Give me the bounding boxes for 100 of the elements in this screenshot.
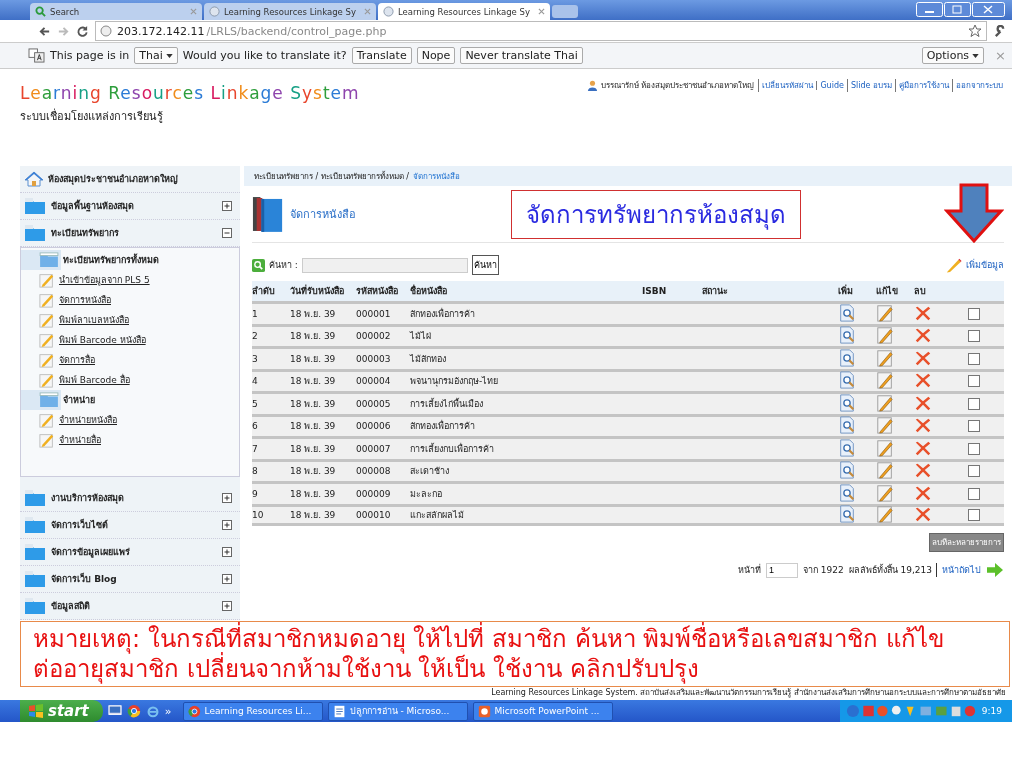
edit-pencil-icon[interactable]: [876, 504, 894, 523]
star-icon[interactable]: [968, 24, 982, 38]
desktop-icon[interactable]: [107, 704, 122, 718]
sidebar-group[interactable]: จัดการเว็บไซต์: [20, 512, 240, 539]
table-cell-text: 18 พ.ย. 39: [290, 420, 337, 434]
row-checkbox[interactable]: [968, 508, 980, 521]
delete-icon[interactable]: [914, 371, 932, 390]
submenu-link[interactable]: พิมพ์ลาเบลหนังสือ: [59, 313, 129, 327]
translate-bar-button[interactable]: Translate: [351, 47, 412, 64]
table-cell-text: 000002: [356, 331, 392, 342]
submenu-link[interactable]: จัดการหนังสือ: [59, 293, 111, 307]
browser-tab[interactable]: Search: [30, 3, 202, 20]
translate-bar-button[interactable]: Never translate Thai: [460, 47, 583, 64]
translate-bar-button[interactable]: Nope: [416, 47, 456, 64]
document-magnifier-icon[interactable]: [838, 438, 856, 457]
browser-tab[interactable]: Learning Resources Linkage Sy: [378, 3, 550, 20]
submenu-link[interactable]: นำเข้าข้อมูลจาก PLS 5: [59, 273, 150, 287]
breadcrumb-link[interactable]: จัดการหนังสือ: [413, 169, 461, 183]
document-magnifier-icon[interactable]: [838, 461, 856, 480]
row-checkbox[interactable]: [968, 465, 980, 478]
sidebar-group[interactable]: งานบริการห้องสมุด: [20, 485, 240, 512]
options-button[interactable]: Options: [921, 47, 985, 64]
expand-toggle-icon[interactable]: [222, 601, 232, 611]
row-checkbox[interactable]: [968, 352, 980, 365]
next-page-link[interactable]: หน้าถัดไป: [942, 563, 981, 577]
document-magnifier-icon[interactable]: [838, 393, 856, 412]
sidebar-group[interactable]: จัดการเว็บ Blog: [20, 566, 240, 593]
next-arrow-icon[interactable]: [986, 562, 1004, 578]
delete-icon[interactable]: [914, 461, 932, 480]
back-icon[interactable]: [38, 24, 51, 38]
header-link[interactable]: ออกจากระบบ: [952, 79, 1006, 92]
edit-pencil-icon[interactable]: [876, 438, 894, 457]
reload-icon[interactable]: [76, 24, 89, 38]
window-controls-drawing[interactable]: [916, 2, 1006, 18]
wrench-icon[interactable]: [993, 24, 1006, 38]
edit-pencil-icon[interactable]: [876, 303, 894, 322]
taskbar-task[interactable]: Microsoft PowerPoint ...: [472, 701, 613, 721]
document-magnifier-icon[interactable]: [838, 348, 856, 367]
document-magnifier-icon[interactable]: [838, 326, 856, 345]
submenu-heading[interactable]: ทะเบียนทรัพยากรทั้งหมด: [63, 253, 159, 267]
submenu-heading[interactable]: จำหน่าย: [63, 393, 95, 407]
edit-pencil-icon[interactable]: [876, 326, 894, 345]
taskbar-task[interactable]: ปลูกการอ่าน - Microso...: [327, 701, 468, 721]
sidebar-group[interactable]: ข้อมูลพื้นฐานห้องสมุด: [20, 193, 240, 220]
address-field[interactable]: 203.172.142.11 /LRLS/backend/control_page.php: [95, 21, 987, 41]
document-magnifier-icon[interactable]: [838, 303, 856, 322]
language-dropdown[interactable]: Thai: [134, 47, 178, 64]
expand-toggle-icon[interactable]: [222, 574, 232, 584]
header-link[interactable]: Guide: [816, 81, 847, 90]
column-header: แก้ไข: [876, 285, 899, 298]
table-cell-text: พจนานุกรมอังกฤษ-ไทย: [410, 375, 500, 389]
submenu-link[interactable]: จำหน่ายหนังสือ: [59, 413, 117, 427]
expand-toggle-icon[interactable]: [222, 228, 232, 238]
expand-toggle-icon[interactable]: [222, 201, 232, 211]
row-checkbox[interactable]: [968, 442, 980, 455]
search-icon: [252, 258, 265, 272]
close-icon[interactable]: [538, 8, 545, 15]
delete-icon[interactable]: [914, 326, 932, 345]
delete-icon[interactable]: [914, 416, 932, 435]
taskbar-task[interactable]: Learning Resources Li...: [182, 701, 323, 721]
document-magnifier-icon[interactable]: [838, 504, 856, 523]
header-link[interactable]: Slide อบรม: [846, 79, 895, 92]
column-header: เพิ่ม: [838, 284, 854, 298]
document-magnifier-icon[interactable]: [838, 416, 856, 435]
submenu-link[interactable]: จำหน่ายสื่อ: [59, 433, 101, 447]
edit-pencil-icon[interactable]: [876, 393, 894, 412]
edit-pencil-icon[interactable]: [876, 371, 894, 390]
sidebar-group[interactable]: ข้อมูลสถิติ: [20, 593, 240, 620]
translate-question: Would you like to translate it?: [182, 49, 347, 62]
header-link[interactable]: เปลี่ยนรหัสผ่าน: [758, 79, 817, 92]
submenu-link[interactable]: จัดการสื่อ: [59, 353, 95, 367]
sidebar-group[interactable]: จัดการข้อมูลเผยแพร่: [20, 539, 240, 566]
header-link[interactable]: คู่มือการใช้งาน: [895, 79, 952, 92]
row-checkbox[interactable]: [968, 420, 980, 433]
expand-toggle-icon[interactable]: [222, 493, 232, 503]
edit-pencil-icon[interactable]: [876, 348, 894, 367]
expand-toggle-icon[interactable]: [222, 547, 232, 557]
page-number-field[interactable]: 1: [765, 562, 798, 578]
search-field[interactable]: [301, 257, 468, 273]
add-record-link[interactable]: เพิ่มข้อมูล: [966, 258, 1004, 272]
document-magnifier-icon[interactable]: [838, 371, 856, 390]
row-checkbox[interactable]: [968, 307, 980, 320]
document-magnifier-icon[interactable]: [838, 483, 856, 502]
submenu-link[interactable]: พิมพ์ Barcode หนังสือ: [59, 333, 146, 347]
browser-icon[interactable]: [126, 704, 141, 718]
more-indicator[interactable]: »: [164, 704, 172, 718]
tray-icons-drawing[interactable]: [845, 704, 976, 718]
row-checkbox[interactable]: [968, 397, 980, 410]
expand-toggle-icon[interactable]: [222, 520, 232, 530]
edit-pencil-icon[interactable]: [876, 416, 894, 435]
submenu-link[interactable]: พิมพ์ Barcode สื่อ: [59, 373, 130, 387]
browser-tab[interactable]: Learning Resources Linkage Sy: [204, 3, 376, 20]
edit-pencil-icon[interactable]: [876, 483, 894, 502]
row-checkbox[interactable]: [968, 487, 980, 500]
row-checkbox[interactable]: [968, 330, 980, 343]
edit-pencil-icon[interactable]: [876, 461, 894, 480]
bulk-delete-button[interactable]: ลบทีละหลายรายการ: [929, 533, 1004, 552]
search-button[interactable]: ค้นหา: [471, 255, 499, 275]
pencil-icon: [39, 432, 55, 448]
row-checkbox[interactable]: [968, 375, 980, 388]
